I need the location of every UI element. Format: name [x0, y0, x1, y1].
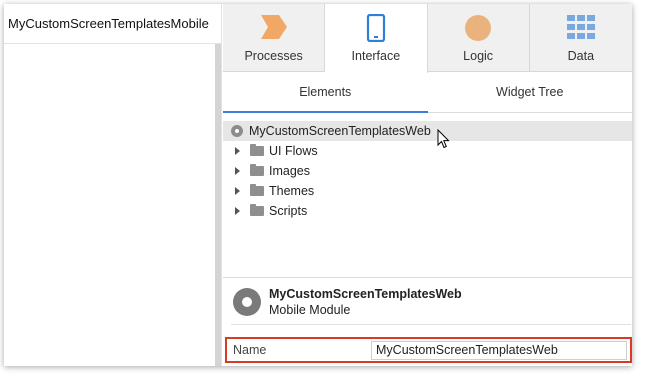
logic-circle-icon — [464, 14, 492, 47]
tree-item-themes[interactable]: Themes — [223, 181, 632, 201]
folder-icon — [250, 144, 264, 156]
module-type: Mobile Module — [269, 303, 351, 317]
left-pane: MyCustomScreenTemplatesMobile — [4, 4, 222, 366]
tab-interface[interactable]: Interface — [325, 4, 428, 73]
expand-caret-icon[interactable] — [235, 207, 240, 215]
name-property-input[interactable]: MyCustomScreenTemplatesWeb — [371, 341, 627, 360]
module-info-header: MyCustomScreenTemplatesWeb Mobile Module — [223, 278, 632, 326]
left-pane-scrollbar[interactable] — [215, 44, 221, 366]
tree-item-label: Images — [269, 164, 310, 178]
tab-interface-label: Interface — [351, 49, 401, 63]
module-radio-icon — [231, 125, 243, 137]
tab-widget-tree[interactable]: Widget Tree — [428, 73, 633, 112]
processes-icon — [259, 14, 289, 45]
tab-data-label: Data — [567, 49, 595, 63]
tree-item-label: Themes — [269, 184, 315, 198]
elements-tree: MyCustomScreenTemplatesWeb UI Flows Imag… — [223, 121, 632, 221]
tree-item-ui-flows[interactable]: UI Flows — [223, 141, 632, 161]
tree-item-scripts[interactable]: Scripts — [223, 201, 632, 221]
tab-data[interactable]: Data — [530, 4, 632, 72]
expand-caret-icon[interactable] — [235, 167, 240, 175]
tree-root-module[interactable]: MyCustomScreenTemplatesWeb — [223, 121, 632, 149]
expand-caret-icon[interactable] — [235, 187, 240, 195]
mobile-phone-icon — [366, 13, 386, 47]
tab-processes-label: Processes — [244, 49, 303, 63]
data-grid-icon — [566, 14, 596, 45]
name-property-label: Name — [233, 343, 267, 357]
tree-item-label: UI Flows — [269, 144, 318, 158]
tab-elements[interactable]: Elements — [223, 73, 428, 113]
tree-root-label: MyCustomScreenTemplatesWeb — [249, 124, 431, 138]
main-tabs: Processes Interface Logic Data — [223, 4, 632, 73]
folder-icon — [250, 204, 264, 216]
module-icon — [233, 288, 261, 316]
right-pane: Processes Interface Logic Data Elements … — [223, 4, 632, 366]
tab-logic[interactable]: Logic — [428, 4, 530, 72]
expand-caret-icon[interactable] — [235, 147, 240, 155]
left-pane-title: MyCustomScreenTemplatesMobile — [4, 4, 221, 44]
sub-tabs: Elements Widget Tree — [223, 73, 632, 113]
tree-item-images[interactable]: Images — [223, 161, 632, 181]
tab-logic-label: Logic — [463, 49, 494, 63]
module-name: MyCustomScreenTemplatesWeb — [269, 287, 462, 301]
name-property-row: Name MyCustomScreenTemplatesWeb — [225, 337, 632, 363]
tab-processes[interactable]: Processes — [223, 4, 326, 72]
folder-icon — [250, 164, 264, 176]
app-window: MyCustomScreenTemplatesMobile Processes … — [4, 4, 632, 366]
properties-divider — [231, 324, 631, 325]
tree-item-label: Scripts — [269, 204, 308, 218]
folder-icon — [250, 184, 264, 196]
